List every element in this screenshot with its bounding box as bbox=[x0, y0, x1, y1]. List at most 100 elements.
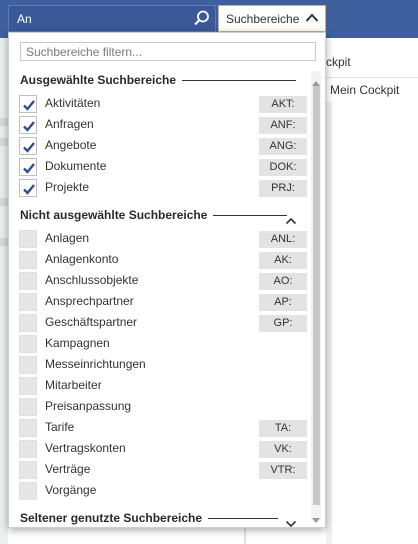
scope-filter-input[interactable] bbox=[20, 42, 316, 61]
search-input[interactable] bbox=[9, 6, 189, 31]
scope-item-label: Anlagenkonto bbox=[45, 252, 119, 266]
checkmark-icon bbox=[23, 142, 35, 153]
scroll-down-icon[interactable] bbox=[312, 511, 320, 527]
tab-cockpit[interactable]: ckpit bbox=[326, 44, 418, 78]
checkbox-checked[interactable] bbox=[19, 95, 37, 113]
scope-item-shortcut-badge: VTR: bbox=[259, 462, 307, 479]
search-icon[interactable] bbox=[191, 8, 213, 29]
scope-item-shortcut-badge: VK: bbox=[259, 441, 307, 458]
scope-item[interactable]: Kampagnen bbox=[19, 334, 311, 355]
scrollbar-thumb[interactable] bbox=[313, 85, 320, 505]
scope-item-shortcut-badge: AKT: bbox=[259, 96, 307, 113]
scope-item-shortcut-badge: TA: bbox=[259, 420, 307, 437]
divider bbox=[182, 79, 297, 81]
scope-item-label: Tarife bbox=[45, 420, 75, 434]
divider bbox=[326, 102, 332, 544]
checkbox[interactable] bbox=[19, 272, 37, 290]
scope-item-label: Vertragskonten bbox=[45, 441, 126, 455]
checkmark-icon bbox=[23, 163, 35, 174]
checkbox-checked[interactable] bbox=[19, 116, 37, 134]
checkbox[interactable] bbox=[19, 251, 37, 269]
scope-item[interactable]: Anschlussobjekte AO: bbox=[19, 271, 311, 292]
search-scope-label: Suchbereiche bbox=[226, 11, 300, 26]
tab-cockpit-label: ckpit bbox=[326, 55, 351, 69]
checkbox[interactable] bbox=[19, 377, 37, 395]
search-scope-button[interactable]: Suchbereiche bbox=[218, 5, 326, 32]
checkbox-checked[interactable] bbox=[19, 158, 37, 176]
checkbox[interactable] bbox=[19, 419, 37, 437]
checkbox-checked[interactable] bbox=[19, 179, 37, 197]
selected-section-header: Ausgewählte Suchbereiche bbox=[20, 73, 297, 87]
checkbox[interactable] bbox=[19, 398, 37, 416]
checkbox[interactable] bbox=[19, 335, 37, 353]
checkbox-checked[interactable] bbox=[19, 137, 37, 155]
scope-item-shortcut-badge: ANL: bbox=[259, 231, 307, 248]
tab-mein-cockpit-label: Mein Cockpit bbox=[330, 83, 400, 97]
scope-item[interactable]: Anlagen ANL: bbox=[19, 229, 311, 250]
chevron-up-icon[interactable] bbox=[285, 212, 297, 225]
checkbox[interactable] bbox=[19, 356, 37, 374]
scope-item[interactable]: Messeinrichtungen bbox=[19, 355, 311, 376]
scope-item-shortcut-badge: PRJ: bbox=[259, 180, 307, 197]
checkbox[interactable] bbox=[19, 230, 37, 248]
scope-item-label: Preisanpassung bbox=[45, 399, 132, 413]
checkbox[interactable] bbox=[19, 314, 37, 332]
divider bbox=[213, 214, 288, 216]
scope-item-label: Angebote bbox=[45, 138, 97, 152]
scope-item[interactable]: Dokumente DOK: bbox=[19, 157, 311, 178]
scope-item-shortcut-badge: GP: bbox=[259, 315, 307, 332]
scope-item-label: Ansprechpartner bbox=[45, 294, 134, 308]
scope-item[interactable]: Projekte PRJ: bbox=[19, 178, 311, 199]
checkbox[interactable] bbox=[19, 293, 37, 311]
checkbox[interactable] bbox=[19, 440, 37, 458]
scope-item[interactable]: Tarife TA: bbox=[19, 418, 311, 439]
chevron-up-icon bbox=[305, 12, 319, 27]
scope-item-shortcut-badge: AO: bbox=[259, 273, 307, 290]
selected-section-title: Ausgewählte Suchbereiche bbox=[20, 73, 177, 87]
scope-item-label: Geschäftspartner bbox=[45, 315, 138, 329]
unselected-section-header[interactable]: Nicht ausgewählte Suchbereiche bbox=[20, 208, 288, 222]
scope-item-label: Anlagen bbox=[45, 231, 90, 245]
scope-item[interactable]: Anlagenkonto AK: bbox=[19, 250, 311, 271]
scope-item-label: Aktivitäten bbox=[45, 96, 101, 110]
scroll-up-icon[interactable] bbox=[312, 73, 320, 91]
scope-item-label: Projekte bbox=[45, 180, 90, 194]
divider bbox=[208, 517, 279, 519]
scope-item-label: Vorgänge bbox=[45, 483, 97, 497]
checkbox[interactable] bbox=[19, 461, 37, 479]
scope-item[interactable]: Anfragen ANF: bbox=[19, 115, 311, 136]
scope-item-label: Dokumente bbox=[45, 159, 107, 173]
scope-item-shortcut-badge: ANF: bbox=[259, 117, 307, 134]
rare-section-header[interactable]: Seltener genutzte Suchbereiche bbox=[20, 511, 279, 525]
scope-item[interactable]: Preisanpassung bbox=[19, 397, 311, 418]
scope-item[interactable]: Vorgänge bbox=[19, 481, 311, 502]
scope-item[interactable]: Aktivitäten AKT: bbox=[19, 94, 311, 115]
checkbox[interactable] bbox=[19, 482, 37, 500]
scope-item-label: Messeinrichtungen bbox=[45, 357, 146, 371]
cockpit-panel: ckpit Mein Cockpit bbox=[326, 38, 418, 544]
scope-item-shortcut-badge: AK: bbox=[259, 252, 307, 269]
scope-item-label: Anfragen bbox=[45, 117, 94, 131]
scope-item[interactable]: Angebote ANG: bbox=[19, 136, 311, 157]
scope-item[interactable]: Geschäftspartner GP: bbox=[19, 313, 311, 334]
scope-item-shortcut-badge: ANG: bbox=[259, 138, 307, 155]
tab-mein-cockpit[interactable]: Mein Cockpit bbox=[326, 78, 418, 102]
search-box bbox=[8, 5, 216, 32]
scope-item[interactable]: Vertragskonten VK: bbox=[19, 439, 311, 460]
background-left-panel bbox=[0, 38, 8, 544]
scope-item[interactable]: Ansprechpartner AP: bbox=[19, 292, 311, 313]
rare-section-title: Seltener genutzte Suchbereiche bbox=[20, 511, 203, 525]
scope-item[interactable]: Verträge VTR: bbox=[19, 460, 311, 481]
scope-item[interactable]: Mitarbeiter bbox=[19, 376, 311, 397]
scope-item-shortcut-badge: DOK: bbox=[259, 159, 307, 176]
search-scope-dropdown: Ausgewählte Suchbereiche Aktivitäten AKT:… bbox=[8, 32, 326, 528]
scope-item-label: Mitarbeiter bbox=[45, 378, 102, 392]
checkmark-icon bbox=[23, 184, 35, 195]
chevron-down-icon[interactable] bbox=[285, 515, 297, 527]
scope-item-label: Kampagnen bbox=[45, 336, 110, 350]
checkmark-icon bbox=[23, 100, 35, 111]
scope-item-label: Verträge bbox=[45, 462, 91, 476]
scope-item-shortcut-badge: AP: bbox=[259, 294, 307, 311]
checkmark-icon bbox=[23, 121, 35, 132]
scope-item-label: Anschlussobjekte bbox=[45, 273, 139, 287]
